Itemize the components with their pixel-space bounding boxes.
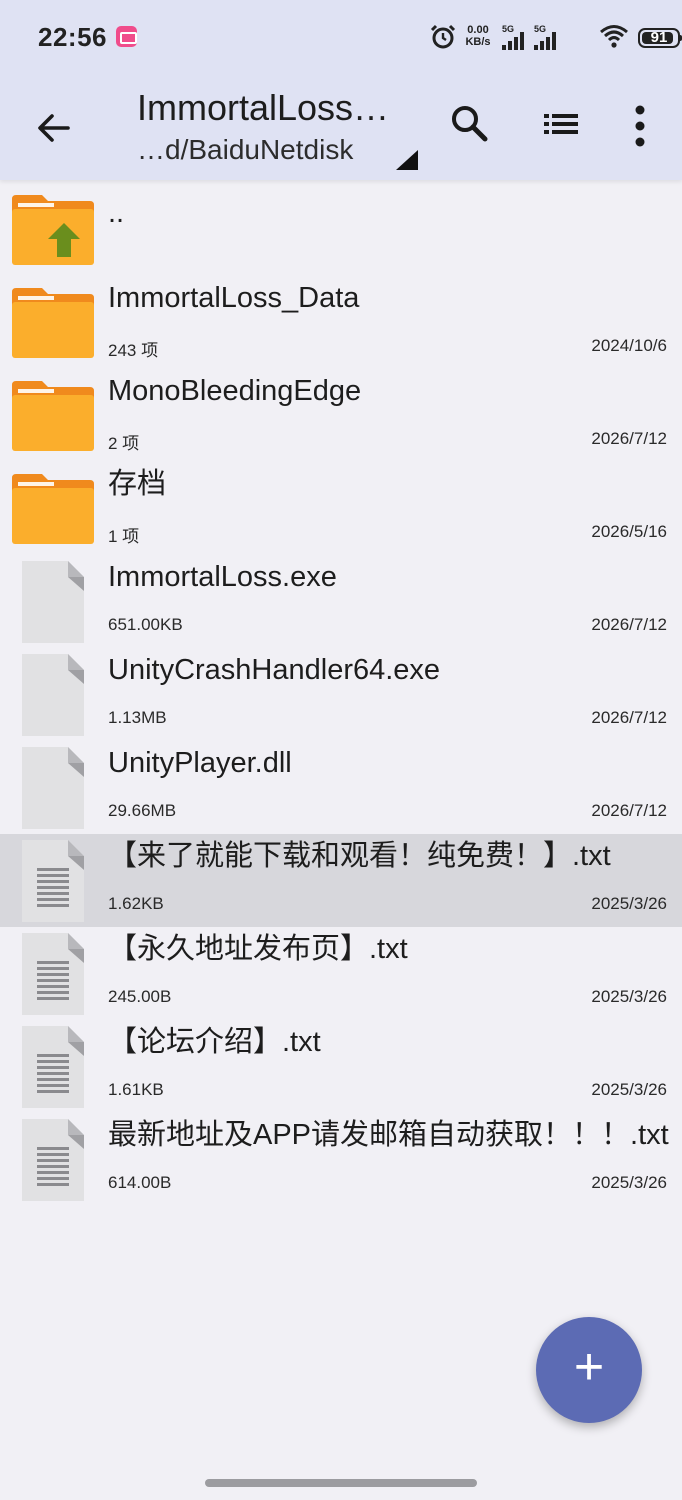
item-date: 2025/3/26 bbox=[591, 1173, 667, 1192]
item-meta: 1.61KB bbox=[108, 1080, 164, 1099]
file-icon bbox=[10, 654, 98, 736]
parent-folder-row[interactable]: .. bbox=[0, 183, 682, 276]
file-row[interactable]: UnityPlayer.dll 29.66MB 2026/7/12 bbox=[0, 741, 682, 834]
status-time: 22:56 bbox=[38, 22, 107, 52]
item-meta: 1.13MB bbox=[108, 708, 167, 727]
current-path: …d/BaiduNetdisk bbox=[137, 134, 354, 165]
folder-row[interactable]: 存档 1 项 2026/5/16 bbox=[0, 462, 682, 555]
app-notification-icon bbox=[116, 26, 137, 47]
page-title: ImmortalLoss… bbox=[137, 87, 390, 128]
app-header: 22:56 0.00 KB/s 5G 5G 91 ImmortalLoss… …… bbox=[0, 0, 682, 180]
status-bar: 22:56 0.00 KB/s 5G 5G 91 bbox=[0, 0, 682, 76]
folder-up-icon bbox=[10, 189, 98, 271]
file-icon bbox=[10, 561, 98, 643]
folder-row[interactable]: ImmortalLoss_Data 243 项 2024/10/6 bbox=[0, 276, 682, 369]
item-date: 2026/7/12 bbox=[591, 429, 667, 448]
toolbar: ImmortalLoss… …d/BaiduNetdisk bbox=[0, 76, 682, 180]
file-icon bbox=[10, 747, 98, 829]
item-name: 【来了就能下载和观看！纯免费！】.txt bbox=[108, 840, 611, 872]
item-date: 2024/10/6 bbox=[591, 336, 667, 355]
item-meta: 2 项 bbox=[108, 434, 140, 453]
item-meta: 245.00B bbox=[108, 987, 172, 1006]
text-file-icon bbox=[10, 840, 98, 922]
text-file-icon bbox=[10, 1026, 98, 1108]
item-name: 【论坛介绍】.txt bbox=[108, 1026, 321, 1058]
item-meta: 651.00KB bbox=[108, 615, 183, 634]
alarm-icon bbox=[430, 24, 456, 49]
text-file-icon bbox=[10, 1119, 98, 1201]
item-name: ImmortalLoss.exe bbox=[108, 561, 337, 593]
item-meta: 29.66MB bbox=[108, 801, 177, 820]
item-meta: 1 项 bbox=[108, 527, 140, 546]
add-button[interactable]: + bbox=[536, 1317, 642, 1423]
arrow-left-icon[interactable] bbox=[28, 102, 80, 154]
signal-icon: 5G bbox=[534, 24, 560, 50]
folder-icon bbox=[10, 375, 98, 457]
item-date: 2026/7/12 bbox=[591, 615, 667, 634]
item-meta: 1.62KB bbox=[108, 894, 164, 913]
folder-icon bbox=[10, 468, 98, 550]
more-vert-icon[interactable] bbox=[622, 100, 658, 152]
battery-level: 91 bbox=[650, 29, 668, 46]
wifi-icon bbox=[600, 25, 628, 48]
folder-icon bbox=[10, 282, 98, 364]
item-date: 2025/3/26 bbox=[591, 1080, 667, 1099]
item-name: ImmortalLoss_Data bbox=[108, 282, 360, 314]
battery-icon: 91 bbox=[638, 28, 682, 48]
network-speed: 0.00 KB/s bbox=[460, 24, 496, 48]
path-selector[interactable]: …d/BaiduNetdisk bbox=[137, 130, 422, 170]
file-row[interactable]: ImmortalLoss.exe 651.00KB 2026/7/12 bbox=[0, 555, 682, 648]
item-date: 2026/7/12 bbox=[591, 708, 667, 727]
file-row[interactable]: 【论坛介绍】.txt 1.61KB 2025/3/26 bbox=[0, 1020, 682, 1113]
item-date: 2025/3/26 bbox=[591, 894, 667, 913]
battery-tip bbox=[678, 35, 682, 41]
item-date: 2025/3/26 bbox=[591, 987, 667, 1006]
folder-row[interactable]: MonoBleedingEdge 2 项 2026/7/12 bbox=[0, 369, 682, 462]
item-name: 存档 bbox=[108, 468, 167, 500]
search-icon[interactable] bbox=[448, 102, 492, 146]
network-speed-unit: KB/s bbox=[465, 36, 491, 48]
item-name: 最新地址及APP请发邮箱自动获取！！！.txt bbox=[108, 1119, 669, 1151]
list-view-icon[interactable] bbox=[538, 102, 584, 146]
signal-icon: 5G bbox=[502, 24, 528, 50]
item-date: 2026/5/16 bbox=[591, 522, 667, 541]
item-name: UnityPlayer.dll bbox=[108, 747, 292, 779]
item-name: UnityCrashHandler64.exe bbox=[108, 654, 441, 686]
item-meta: 243 项 bbox=[108, 341, 159, 360]
item-meta: 614.00B bbox=[108, 1173, 172, 1192]
file-list: .. ImmortalLoss_Data 243 项 2024/10/6 MonoB… bbox=[0, 183, 682, 1206]
title-block[interactable]: ImmortalLoss… …d/BaiduNetdisk bbox=[137, 86, 422, 170]
network-speed-value: 0.00 bbox=[467, 24, 489, 36]
dropdown-corner-icon bbox=[396, 150, 418, 170]
item-date: 2026/7/12 bbox=[591, 801, 667, 820]
item-name: MonoBleedingEdge bbox=[108, 375, 362, 407]
file-row[interactable]: 【永久地址发布页】.txt 245.00B 2025/3/26 bbox=[0, 927, 682, 1020]
file-row[interactable]: 【来了就能下载和观看！纯免费！】.txt 1.62KB 2025/3/26 bbox=[0, 834, 682, 927]
file-row[interactable]: 最新地址及APP请发邮箱自动获取！！！.txt 614.00B 2025/3/26 bbox=[0, 1113, 682, 1206]
item-name: 【永久地址发布页】.txt bbox=[108, 933, 408, 965]
text-file-icon bbox=[10, 933, 98, 1015]
plus-icon: + bbox=[573, 1338, 605, 1396]
item-name: .. bbox=[108, 197, 125, 229]
file-row[interactable]: UnityCrashHandler64.exe 1.13MB 2026/7/12 bbox=[0, 648, 682, 741]
home-indicator[interactable] bbox=[205, 1479, 477, 1487]
